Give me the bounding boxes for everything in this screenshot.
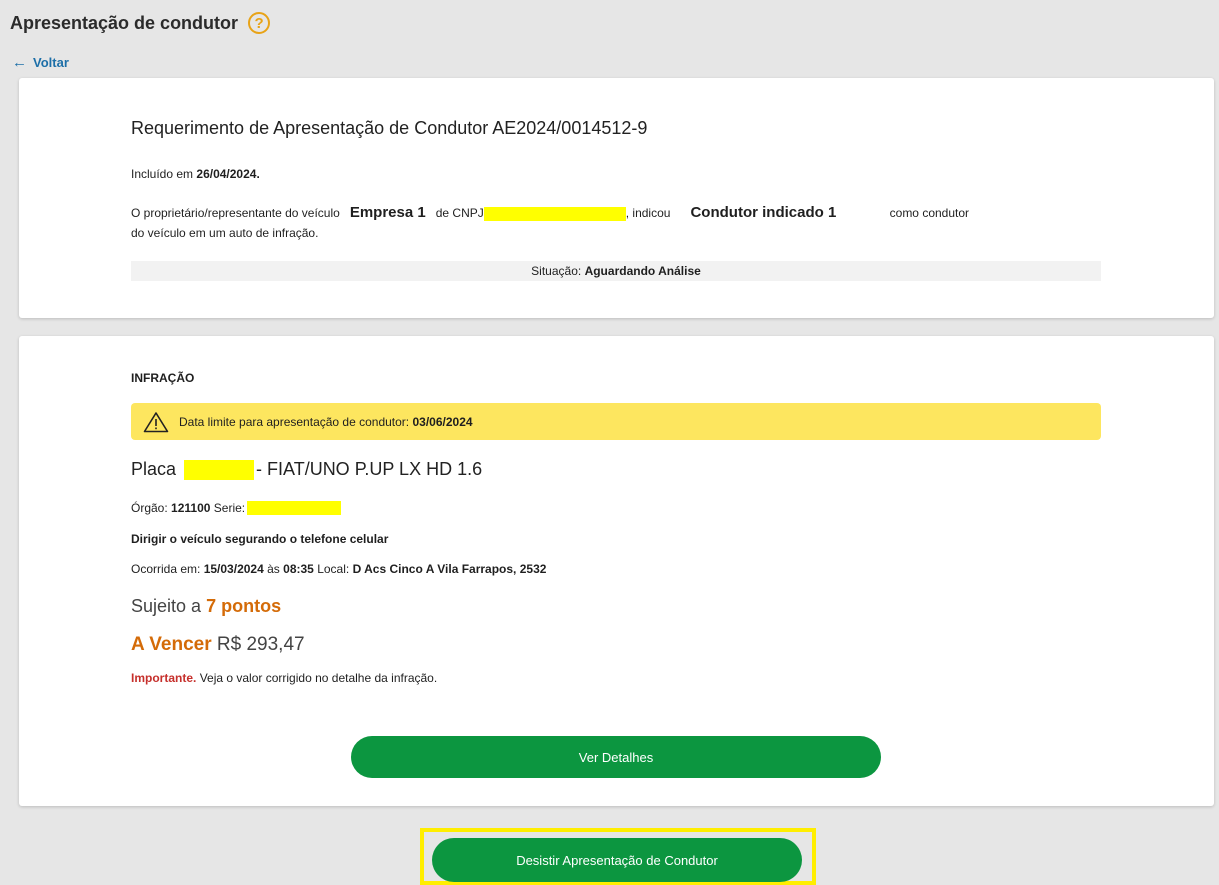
section-title: INFRAÇÃO xyxy=(131,371,195,385)
details-button[interactable]: Ver Detalhes xyxy=(351,736,881,778)
points-prefix: Sujeito a xyxy=(131,596,202,616)
back-label: Voltar xyxy=(33,55,69,70)
included-prefix: Incluído em xyxy=(131,167,194,181)
due-line: A Vencer R$ 293,47 xyxy=(131,634,305,656)
back-link[interactable]: ← Voltar xyxy=(12,54,69,71)
status-label: Situação: xyxy=(531,264,582,278)
request-title: Requerimento de Apresentação de Condutor… xyxy=(131,118,648,138)
points-value: 7 pontos xyxy=(206,596,282,616)
serie-label: Serie: xyxy=(213,501,246,515)
indicated-text: , indicou xyxy=(625,206,671,220)
infraction-card: INFRAÇÃO Data limite para apresentação d… xyxy=(19,336,1214,806)
important-text: Veja o valor corrigido no detalhe da inf… xyxy=(199,671,438,685)
occurred-time: 08:35 xyxy=(283,562,314,576)
points-line: Sujeito a 7 pontos xyxy=(131,596,281,617)
amount: R$ 293,47 xyxy=(216,634,305,655)
owner-text: O proprietário/representante do veículo xyxy=(131,206,340,220)
company-name: Empresa 1 xyxy=(349,204,426,221)
request-card: Requerimento de Apresentação de Condutor… xyxy=(19,78,1214,318)
page: Apresentação de condutor ? ← Voltar Requ… xyxy=(0,0,1219,885)
help-icon[interactable]: ? xyxy=(248,12,271,34)
included-date: 26/04/2024. xyxy=(196,167,260,181)
cnpj-redacted xyxy=(483,206,626,221)
location-label: Local: xyxy=(317,562,350,576)
orgao-label: Órgão: xyxy=(131,501,168,515)
occurred-line: Ocorrida em: 15/03/2024 às 08:35 Local: … xyxy=(131,562,546,576)
plate-line: Placa - FIAT/UNO P.UP LX HD 1.6 xyxy=(131,459,482,480)
at-label: às xyxy=(267,562,280,576)
request-description: O proprietário/representante do veículo … xyxy=(131,203,1121,243)
deadline-label: Data limite para apresentação de conduto… xyxy=(179,414,410,429)
deadline-date: 03/06/2024 xyxy=(412,414,473,429)
vehicle-model: - FIAT/UNO P.UP LX HD 1.6 xyxy=(256,459,483,479)
header: Apresentação de condutor ? xyxy=(10,12,271,34)
arrow-left-icon: ← xyxy=(12,54,27,71)
page-title: Apresentação de condutor xyxy=(10,12,239,33)
infraction-description: Dirigir o veículo segurando o telefone c… xyxy=(131,532,389,546)
second-line: do veículo em um auto de infração. xyxy=(131,226,319,240)
cnpj-label: de CNPJ xyxy=(435,206,484,220)
serie-redacted xyxy=(247,501,342,515)
warning-triangle-icon xyxy=(143,411,169,432)
due-label: A Vencer xyxy=(131,634,212,655)
occurred-label: Ocorrida em: xyxy=(131,562,201,576)
plate-redacted xyxy=(184,459,255,480)
plate-label: Placa xyxy=(131,459,177,479)
status-value: Aguardando Análise xyxy=(584,264,701,278)
desist-button[interactable]: Desistir Apresentação de Condutor xyxy=(432,838,802,882)
location: D Acs Cinco A Vila Farrapos, 2532 xyxy=(352,562,547,576)
occurred-date: 15/03/2024 xyxy=(203,562,264,576)
driver-name: Condutor indicado 1 xyxy=(690,204,837,221)
orgao-value: 121100 xyxy=(171,501,211,515)
as-driver-text: como condutor xyxy=(889,206,970,220)
deadline-warning: Data limite para apresentação de conduto… xyxy=(131,403,1101,440)
important-label: Importante. xyxy=(131,671,197,685)
status-bar: Situação: Aguardando Análise xyxy=(131,261,1101,281)
orgao-line: Órgão: 121100 Serie: xyxy=(131,501,342,515)
important-note: Importante. Veja o valor corrigido no de… xyxy=(131,671,437,685)
included-line: Incluído em 26/04/2024. xyxy=(131,167,260,181)
